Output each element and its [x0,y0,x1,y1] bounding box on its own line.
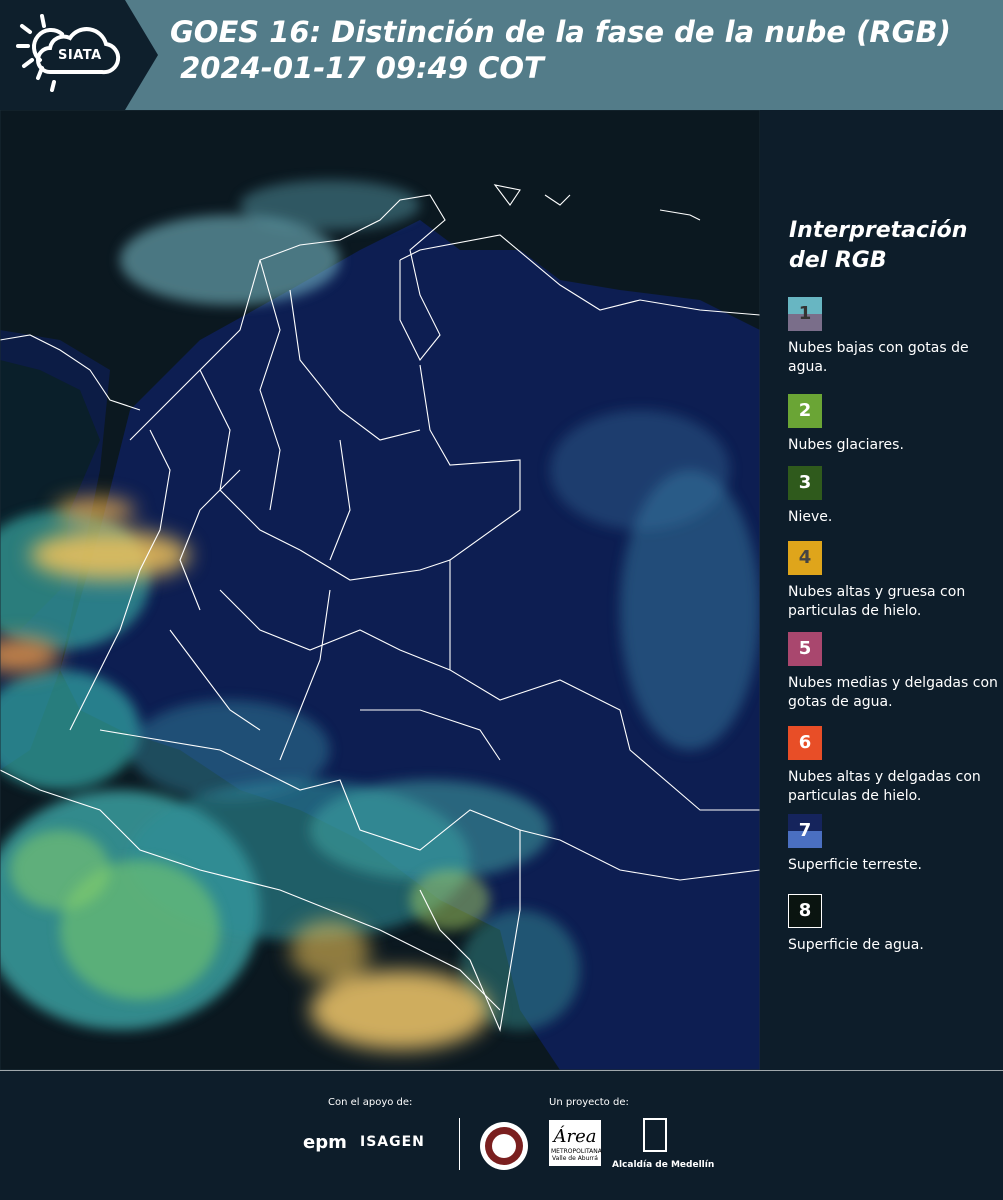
legend-item: 8 Superficie de agua. [788,894,998,955]
legend-title: Interpretación del RGB [789,218,968,273]
satellite-map[interactable] [0,110,760,1070]
legend-label: Nubes altas y gruesa con particulas de h… [788,584,966,619]
amva-icon: Área [552,1124,597,1147]
footer-separator [459,1118,460,1170]
legend-item: 2 Nubes glaciares. [788,394,998,455]
legend-item: 5 Nubes medias y delgadas con gotas de ag… [788,632,998,712]
legend-number: 7 [798,820,812,841]
epm-logo: epm [303,1132,347,1153]
legend-number: 3 [798,472,812,493]
legend-item: 3 Nieve. [788,466,998,527]
legend-item: 1 Nubes bajas con gotas de agua. [788,297,998,377]
page-title: GOES 16: Distinción de la fase de la nub… [170,15,951,85]
legend-panel: Interpretación del RGB 1 Nubes bajas con … [760,110,1003,1070]
legend-label: Superficie terreste. [788,857,923,873]
siata-logo: SIATA [0,0,158,110]
footer-divider-line [0,1070,1003,1071]
legend-label: Nubes altas y delgadas con particulas de… [788,769,981,804]
legend-label: Nubes medias y delgadas con gotas de agu… [788,675,998,710]
legend-number: 4 [798,547,812,568]
legend-swatch: 4 [788,541,822,575]
legend-label: Nubes glaciares. [788,437,904,453]
medellin-shield-icon [643,1118,667,1152]
legend-swatch: 3 [788,466,822,500]
svg-text:Área: Área [552,1124,597,1147]
legend-item: 6 Nubes altas y delgadas con particulas d… [788,726,998,806]
legend-label: Nubes bajas con gotas de agua. [788,340,969,375]
legend-swatch: 5 [788,632,822,666]
legend-number: 2 [798,400,812,421]
legend-number: 8 [798,900,812,921]
isagen-logo: ISAGEN [360,1134,425,1150]
legend-number: 5 [798,638,812,659]
logo-text: SIATA [58,48,102,63]
legend-swatch: 1 [788,297,822,331]
footer: Con el apoyo de: Un proyecto de: epm ISA… [0,1070,1003,1200]
map-canvas [0,110,760,1070]
header-bar: SIATA GOES 16: Distinción de la fase de … [0,0,1003,110]
legend-swatch: 6 [788,726,822,760]
legend-label: Nieve. [788,509,833,525]
legend-item: 7 Superficie terreste. [788,814,998,875]
legend-swatch: 8 [788,894,822,928]
legend-swatch: 2 [788,394,822,428]
university-seal-icon [480,1122,528,1170]
legend-label: Superficie de agua. [788,937,924,953]
amva-text: METROPOLITANA Valle de Aburrá [551,1148,602,1162]
legend-number: 1 [798,303,812,324]
legend-number: 6 [798,732,812,753]
alcaldia-text: Alcaldía de Medellín [612,1160,715,1170]
legend-swatch: 7 [788,814,822,848]
support-label: Con el apoyo de: [328,1097,413,1108]
legend-item: 4 Nubes altas y gruesa con particulas de … [788,541,998,621]
project-label: Un proyecto de: [549,1097,629,1108]
amva-logo: Área METROPOLITANA Valle de Aburrá [549,1120,602,1166]
